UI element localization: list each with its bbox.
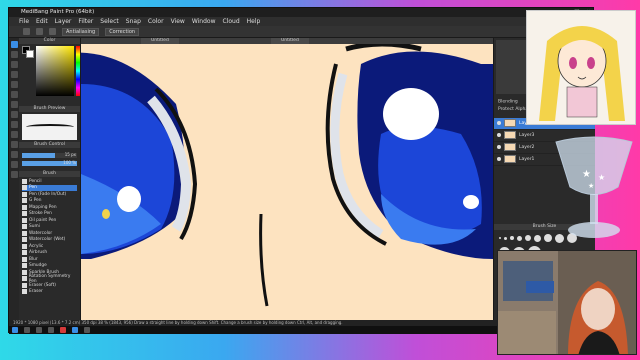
opacity-value: 100 % — [63, 160, 76, 165]
size-dot[interactable] — [510, 236, 514, 240]
chibi-drawing-overlay — [526, 10, 636, 125]
brush-size-value: 15 px — [64, 152, 76, 157]
opacity-slider[interactable]: 100 % — [22, 160, 77, 166]
size-dot[interactable] — [499, 237, 501, 239]
webcam-feed — [497, 250, 637, 355]
eyedropper-icon[interactable] — [10, 121, 18, 128]
brush-preview — [22, 114, 77, 140]
text-icon[interactable] — [10, 131, 18, 138]
size-dot[interactable] — [504, 236, 507, 240]
select-icon[interactable] — [10, 91, 18, 98]
redo-icon[interactable] — [49, 28, 56, 35]
gradient-icon[interactable] — [10, 81, 18, 88]
menu-color[interactable]: Color — [148, 17, 164, 26]
frame-icon[interactable] — [10, 171, 18, 178]
anime-eyes-artwork — [81, 44, 493, 320]
size-dot[interactable] — [525, 235, 531, 241]
brush-size-slider[interactable]: 15 px — [22, 152, 77, 158]
brush-list: Pencil Pen Pen (Fade In/Out) G Pen Mappi… — [19, 177, 80, 296]
left-panel: Color Brush Preview Brush Control 15 px … — [19, 38, 81, 320]
hand-icon[interactable] — [10, 141, 18, 148]
menu-layer[interactable]: Layer — [55, 17, 72, 26]
brush-item[interactable]: Eraser — [22, 289, 77, 296]
eye-icon[interactable] — [497, 145, 501, 149]
menu-help[interactable]: Help — [247, 17, 261, 26]
browser-icon[interactable] — [72, 327, 78, 333]
menu-filter[interactable]: Filter — [78, 17, 93, 26]
menu-select[interactable]: Select — [100, 17, 119, 26]
eye-icon[interactable] — [497, 157, 501, 161]
color-picker[interactable] — [22, 46, 80, 104]
saturation-value-field[interactable] — [36, 46, 74, 96]
menu-window[interactable]: Window — [192, 17, 216, 26]
hue-slider[interactable] — [76, 46, 80, 96]
ruler-icon[interactable] — [10, 161, 18, 168]
undo-icon[interactable] — [36, 28, 43, 35]
menu-snap[interactable]: Snap — [126, 17, 141, 26]
glass-cup-overlay: ★ ★ ★ — [548, 132, 640, 244]
zoom-icon[interactable] — [10, 151, 18, 158]
brush-tool-icon[interactable] — [23, 28, 30, 35]
eraser-icon[interactable] — [10, 51, 18, 58]
brush-preview-title: Brush Preview — [19, 106, 80, 112]
tool-strip — [9, 38, 19, 320]
eye-icon[interactable] — [497, 133, 501, 137]
menu-edit[interactable]: Edit — [36, 17, 48, 26]
task-view-icon[interactable] — [36, 327, 42, 333]
canvas-area[interactable]: Untitled Untitled — [81, 38, 493, 320]
menu-cloud[interactable]: Cloud — [222, 17, 239, 26]
folder-icon[interactable] — [48, 327, 54, 333]
app-icon[interactable] — [84, 327, 90, 333]
move-icon[interactable] — [10, 61, 18, 68]
menu-bar: File Edit Layer Filter Select Snap Color… — [9, 17, 593, 26]
lasso-icon[interactable] — [10, 101, 18, 108]
menu-view[interactable]: View — [171, 17, 185, 26]
menu-file[interactable]: File — [19, 17, 29, 26]
color-panel-title: Color — [19, 38, 80, 44]
start-icon[interactable] — [12, 327, 18, 333]
size-dot[interactable] — [517, 235, 522, 241]
protect-alpha-checkbox[interactable]: Protect Alpha — [498, 107, 528, 112]
correction-select[interactable]: Correction — [105, 27, 140, 36]
antialiasing-toggle[interactable]: Antialiasing — [62, 27, 100, 36]
svg-text:★: ★ — [582, 169, 591, 180]
app-icon[interactable] — [60, 327, 66, 333]
search-icon[interactable] — [24, 327, 30, 333]
app-title: MediBang Paint Pro (64bit) — [21, 9, 95, 15]
magic-wand-icon[interactable] — [10, 111, 18, 118]
brush-icon[interactable] — [10, 41, 18, 48]
fill-icon[interactable] — [10, 71, 18, 78]
svg-text:★: ★ — [588, 182, 594, 190]
blending-label: Blending — [498, 99, 518, 105]
eye-icon[interactable] — [497, 121, 501, 125]
svg-text:★: ★ — [598, 173, 605, 182]
title-bar: MediBang Paint Pro (64bit) – □ × — [9, 8, 593, 17]
options-toolbar: Antialiasing Correction — [9, 26, 593, 38]
size-dot[interactable] — [534, 234, 541, 242]
brush-item[interactable]: Rotation Symmetry Pen — [22, 274, 77, 284]
secondary-color-swatch[interactable] — [26, 50, 34, 58]
